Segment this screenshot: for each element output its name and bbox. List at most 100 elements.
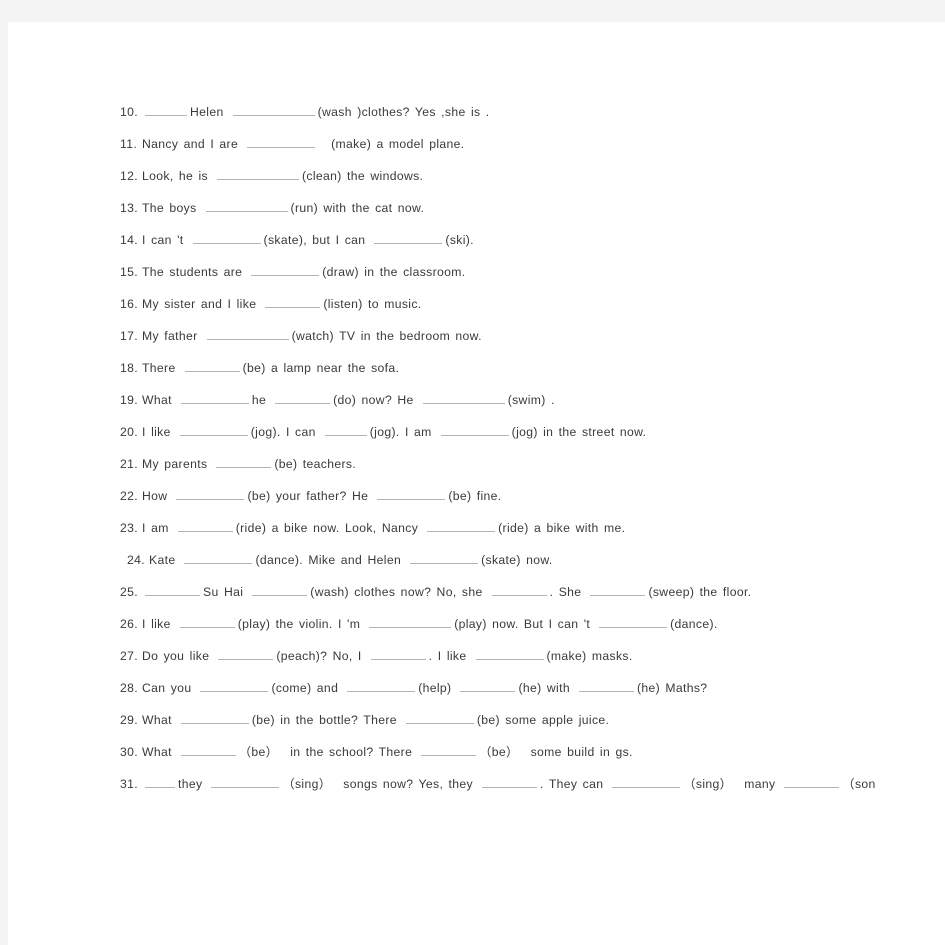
answer-blank[interactable] bbox=[590, 584, 646, 596]
exercise-text: The students are (draw) in the classroom. bbox=[142, 265, 472, 279]
answer-blank[interactable] bbox=[205, 200, 288, 212]
exercise-item: 25. Su Hai (wash) clothes now? No, she . Sh… bbox=[120, 576, 940, 608]
sentence-fragment: (play) now. But I can 't bbox=[454, 617, 591, 631]
sentence-fragment: (be) a lamp near the sofa. bbox=[242, 361, 400, 375]
answer-blank[interactable] bbox=[180, 712, 249, 724]
sentence-fragment: My sister and I like bbox=[142, 297, 257, 311]
exercise-number: 29. bbox=[120, 713, 138, 727]
answer-blank[interactable] bbox=[180, 744, 236, 756]
exercise-number: 22. bbox=[120, 489, 138, 503]
exercise-item: 28. Can you (come) and (help) (he) with (he) … bbox=[120, 672, 940, 704]
exercise-number: 16. bbox=[120, 297, 138, 311]
sentence-fragment: many bbox=[744, 777, 776, 791]
sentence-fragment: Can you bbox=[142, 681, 192, 695]
answer-blank[interactable] bbox=[599, 616, 668, 628]
sentence-fragment: Su Hai bbox=[203, 585, 244, 599]
exercise-item: 22. How (be) your father? He (be) fine. bbox=[120, 480, 940, 512]
answer-blank[interactable] bbox=[218, 648, 274, 660]
answer-blank[interactable] bbox=[784, 776, 840, 788]
exercise-text: My sister and I like (listen) to music. bbox=[142, 297, 428, 311]
answer-blank[interactable] bbox=[145, 776, 175, 788]
exercise-item: 17. My father (watch) TV in the bedroom no… bbox=[120, 320, 940, 352]
answer-blank[interactable] bbox=[374, 232, 443, 244]
answer-blank[interactable] bbox=[347, 680, 416, 692]
answer-blank[interactable] bbox=[275, 392, 331, 404]
exercise-text: I like (jog). I can (jog). I am (jog) in th… bbox=[142, 425, 652, 439]
exercise-text: What (be) in the bottle? There (be) some a… bbox=[142, 713, 615, 727]
sentence-fragment: songs now? Yes, they bbox=[343, 777, 473, 791]
exercise-item: 26. I like (play) the violin. I 'm (play) n… bbox=[120, 608, 940, 640]
exercise-text: How (be) your father? He (be) fine. bbox=[142, 489, 508, 503]
answer-blank[interactable] bbox=[184, 360, 240, 372]
sentence-fragment: (peach)? No, I bbox=[276, 649, 362, 663]
answer-blank[interactable] bbox=[251, 264, 320, 276]
answer-blank[interactable] bbox=[612, 776, 681, 788]
sentence-fragment: My parents bbox=[142, 457, 208, 471]
answer-blank[interactable] bbox=[481, 776, 537, 788]
answer-blank[interactable] bbox=[145, 584, 200, 596]
sentence-fragment: Do you like bbox=[142, 649, 210, 663]
answer-blank[interactable] bbox=[177, 520, 233, 532]
sentence-fragment: （be） bbox=[479, 745, 519, 759]
answer-blank[interactable] bbox=[200, 680, 269, 692]
answer-blank[interactable] bbox=[180, 392, 249, 404]
sentence-fragment: (listen) to music. bbox=[323, 297, 422, 311]
answer-blank[interactable] bbox=[247, 136, 316, 148]
exercise-text: Do you like (peach)? No, I . I like (make) … bbox=[142, 649, 639, 663]
exercise-item: 10. Helen (wash )clothes? Yes ,she is . bbox=[120, 96, 940, 128]
answer-blank[interactable] bbox=[440, 424, 509, 436]
exercise-item: 24. Kate (dance). Mike and Helen (skate) no… bbox=[120, 544, 940, 576]
exercise-text: they （sing） songs now? Yes, they . They can… bbox=[142, 777, 882, 791]
exercise-number: 17. bbox=[120, 329, 138, 343]
sentence-fragment: (run) with the cat now. bbox=[290, 201, 425, 215]
sentence-fragment: (wash )clothes? Yes ,she is . bbox=[317, 105, 490, 119]
answer-blank[interactable] bbox=[265, 296, 321, 308]
sentence-fragment: (help) bbox=[418, 681, 452, 695]
sentence-fragment: . She bbox=[549, 585, 582, 599]
answer-blank[interactable] bbox=[369, 616, 452, 628]
answer-blank[interactable] bbox=[578, 680, 634, 692]
answer-blank[interactable] bbox=[460, 680, 516, 692]
answer-blank[interactable] bbox=[252, 584, 308, 596]
exercise-text: Helen (wash )clothes? Yes ,she is . bbox=[142, 105, 496, 119]
answer-blank[interactable] bbox=[370, 648, 426, 660]
answer-blank[interactable] bbox=[192, 232, 261, 244]
sentence-fragment: he bbox=[251, 393, 267, 407]
answer-blank[interactable] bbox=[232, 104, 315, 116]
answer-blank[interactable] bbox=[475, 648, 544, 660]
answer-blank[interactable] bbox=[217, 168, 299, 180]
answer-blank[interactable] bbox=[377, 488, 446, 500]
answer-blank[interactable] bbox=[176, 488, 245, 500]
exercise-number: 19. bbox=[120, 393, 138, 407]
sentence-fragment: I am bbox=[142, 521, 169, 535]
sentence-fragment: (ride) a bike now. Look, Nancy bbox=[235, 521, 419, 535]
answer-blank[interactable] bbox=[324, 424, 367, 436]
answer-blank[interactable] bbox=[179, 616, 235, 628]
sentence-fragment: Helen bbox=[190, 105, 224, 119]
answer-blank[interactable] bbox=[491, 584, 547, 596]
exercise-number: 23. bbox=[120, 521, 138, 535]
sentence-fragment: (swim) . bbox=[507, 393, 555, 407]
exercise-number: 25. bbox=[120, 585, 138, 599]
answer-blank[interactable] bbox=[410, 552, 479, 564]
exercise-item: 19. What he (do) now? He (swim) . bbox=[120, 384, 940, 416]
sentence-fragment: (dance). bbox=[670, 617, 718, 631]
sentence-fragment: they bbox=[178, 777, 203, 791]
answer-blank[interactable] bbox=[421, 744, 477, 756]
sentence-fragment: (draw) in the classroom. bbox=[322, 265, 466, 279]
answer-blank[interactable] bbox=[179, 424, 248, 436]
answer-blank[interactable] bbox=[211, 776, 280, 788]
answer-blank[interactable] bbox=[216, 456, 272, 468]
sentence-fragment: There bbox=[142, 361, 176, 375]
sentence-fragment: some build in gs. bbox=[530, 745, 633, 759]
exercise-number: 27. bbox=[120, 649, 138, 663]
answer-blank[interactable] bbox=[206, 328, 289, 340]
exercise-text: My parents (be) teachers. bbox=[142, 457, 362, 471]
sentence-fragment: (he) with bbox=[518, 681, 570, 695]
answer-blank[interactable] bbox=[405, 712, 474, 724]
answer-blank[interactable] bbox=[427, 520, 496, 532]
sentence-fragment: . They can bbox=[539, 777, 604, 791]
answer-blank[interactable] bbox=[422, 392, 505, 404]
answer-blank[interactable] bbox=[184, 552, 253, 564]
answer-blank[interactable] bbox=[145, 104, 187, 116]
